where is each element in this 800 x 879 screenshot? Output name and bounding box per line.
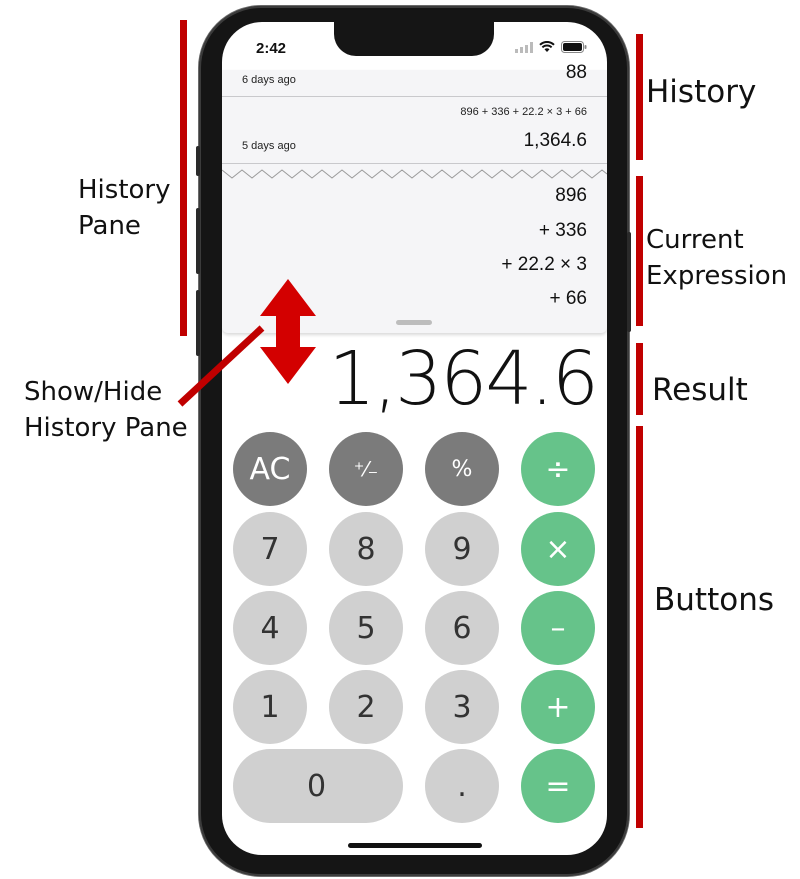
double-arrow-icon — [260, 279, 316, 384]
show-hide-arrow-pointer — [177, 279, 316, 407]
